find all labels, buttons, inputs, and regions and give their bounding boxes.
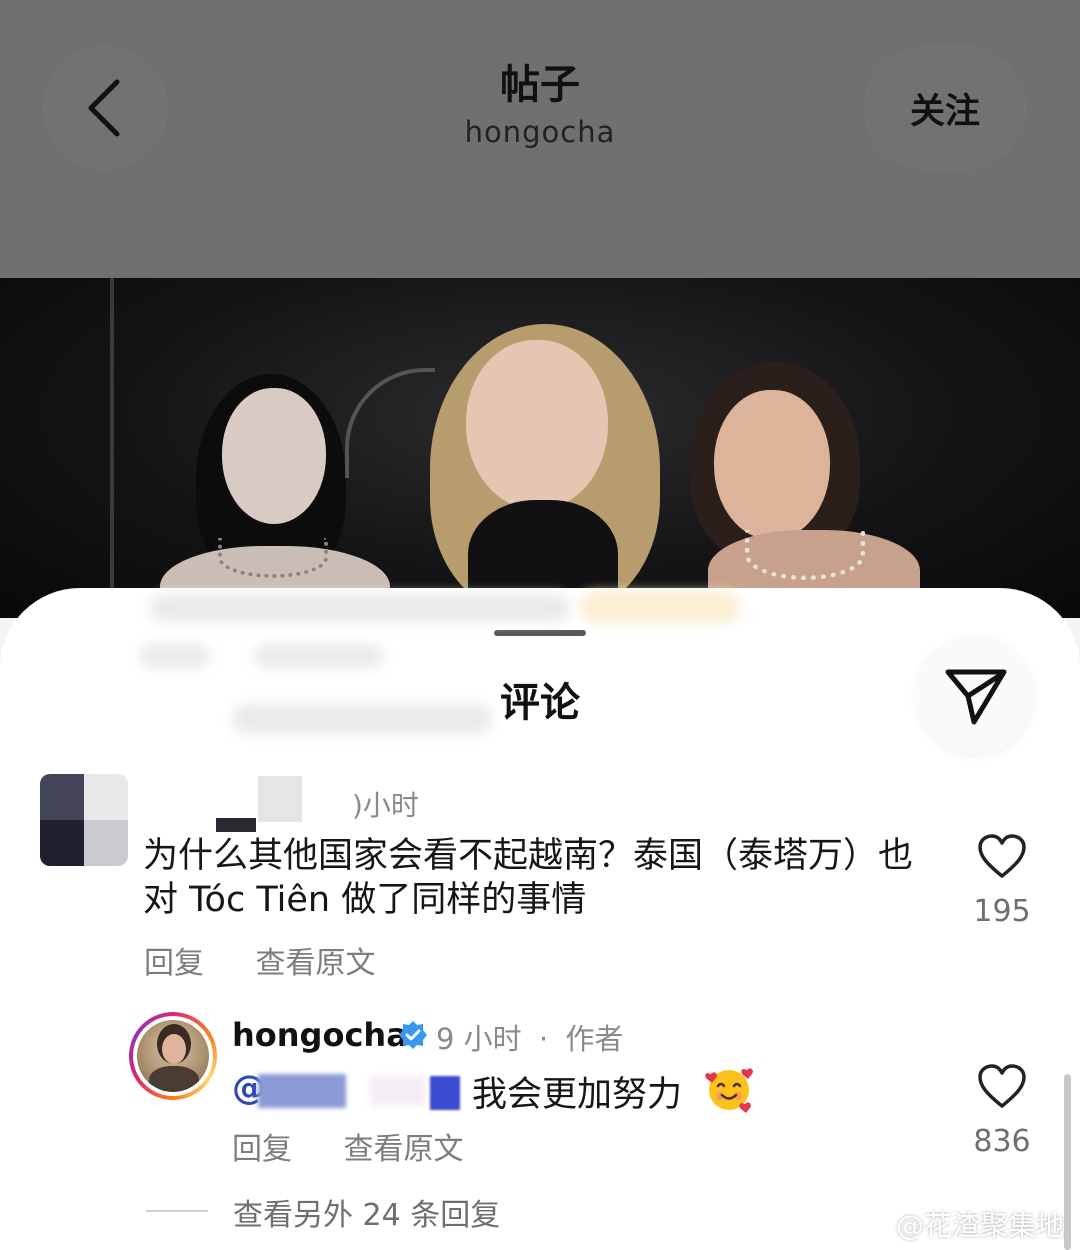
comment-like: 195: [962, 834, 1042, 929]
author-avatar[interactable]: [129, 1012, 217, 1100]
follow-button[interactable]: 关注: [866, 48, 1024, 168]
weibo-logo-icon: [858, 1215, 891, 1241]
blurred-meta-2: [254, 644, 384, 668]
post-photo: [0, 278, 1080, 618]
watermark: @花渣聚集地: [858, 1204, 1064, 1244]
reply-text: 我会更加努力: [472, 1075, 683, 1115]
blurred-meta: [140, 644, 210, 668]
post-header: 帖子 hongocha 关注: [0, 0, 1080, 278]
share-button[interactable]: [916, 636, 1034, 754]
page-title: 帖子: [500, 62, 580, 108]
sheet-grabber[interactable]: [494, 630, 586, 636]
view-original-button[interactable]: 查看原文: [256, 946, 376, 981]
blurred-emoji: [580, 592, 740, 622]
chevron-left-icon: [88, 79, 120, 137]
reply-actions: 回复 查看原文: [232, 1124, 506, 1168]
send-icon: [945, 669, 1007, 725]
comment-like-count: 195: [973, 894, 1031, 929]
back-button[interactable]: [45, 48, 165, 168]
reply-like: 836: [962, 1064, 1042, 1159]
watermark-text: @花渣聚集地: [896, 1209, 1065, 1242]
comment-timestamp: )小时: [352, 789, 419, 822]
author-username[interactable]: hongocha: [232, 1016, 408, 1054]
commenter-avatar[interactable]: [40, 774, 128, 866]
reply-meta: 9 小时 · 作者: [436, 1016, 623, 1058]
reply-button[interactable]: 回复: [144, 946, 204, 981]
reply-view-original-button[interactable]: 查看原文: [344, 1132, 464, 1167]
heart-icon[interactable]: [977, 1064, 1027, 1110]
post-author-username[interactable]: hongocha: [340, 112, 740, 152]
blurred-caption: [150, 594, 570, 622]
smiling-face-with-hearts-icon: [705, 1068, 753, 1113]
comment-text: 为什么其他国家会看不起越南？泰国（泰塔万）也对 Tóc Tiên 做了同样的事情: [143, 836, 914, 920]
author-badge: 作者: [565, 1022, 624, 1056]
header-title-block: 帖子 hongocha: [340, 58, 740, 152]
meta-separator: ·: [538, 1022, 549, 1056]
verified-badge-icon: [399, 1021, 427, 1049]
reply-timestamp: 9 小时: [436, 1022, 522, 1056]
more-replies-divider: [146, 1210, 208, 1212]
comments-title: 评论: [500, 680, 580, 726]
comment-actions: 回复 查看原文: [144, 938, 418, 982]
reply-reply-button[interactable]: 回复: [232, 1132, 292, 1167]
scrollbar[interactable]: [1064, 1074, 1071, 1250]
heart-icon[interactable]: [977, 834, 1027, 880]
view-more-replies-button[interactable]: 查看另外 24 条回复: [233, 1190, 500, 1234]
author-avatar-image: [137, 1020, 209, 1092]
reply-like-count: 836: [973, 1124, 1031, 1159]
comments-sheet: 评论 )小时 为什么其他国家会看不起越南？泰国（泰塔万）也对 Tóc Tiên …: [0, 588, 1080, 1250]
